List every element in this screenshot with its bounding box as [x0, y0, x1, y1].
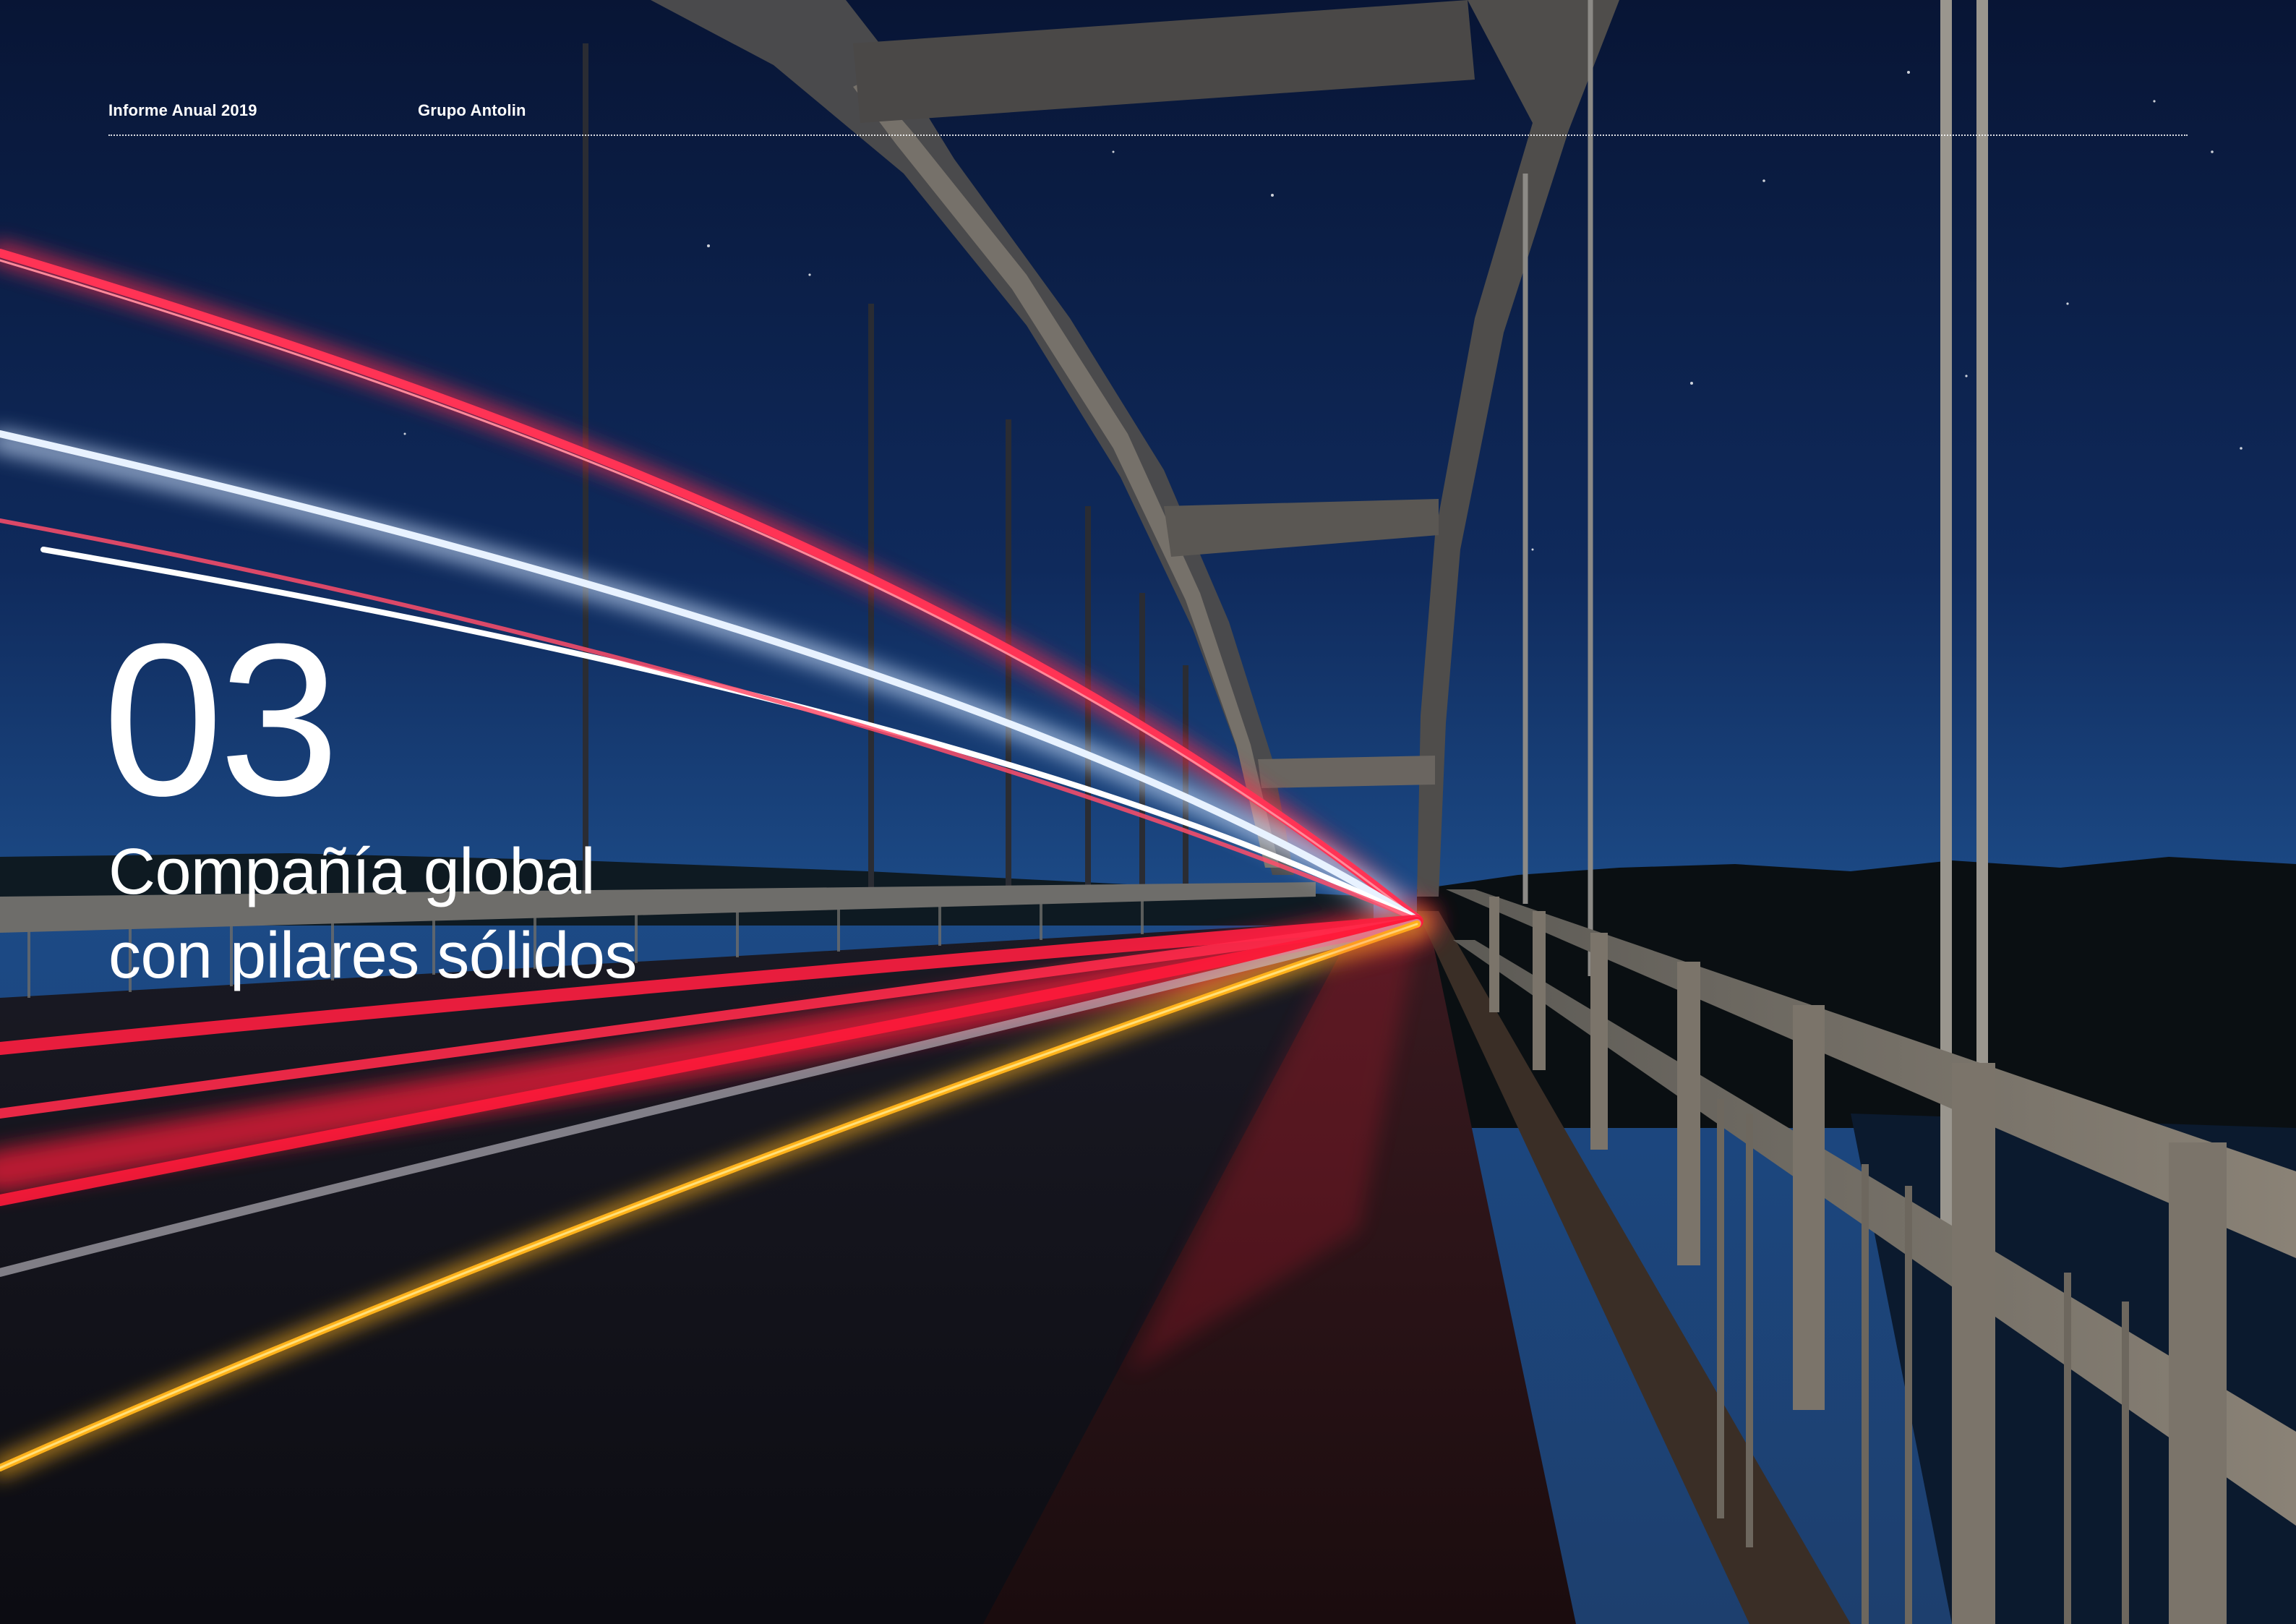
company-name: Grupo Antolin [418, 101, 526, 119]
header-divider [108, 134, 2188, 136]
chapter-number: 03 [103, 598, 340, 841]
page-header: Informe Anual 2019 Grupo Antolin [108, 101, 2188, 137]
chapter-title: Compañía global con pilares sólidos [108, 830, 637, 998]
background-photo [0, 0, 2296, 1624]
report-title: Informe Anual 2019 [108, 101, 257, 119]
chapter-title-line-1: Compañía global [108, 836, 595, 908]
chapter-title-line-2: con pilares sólidos [108, 920, 637, 992]
